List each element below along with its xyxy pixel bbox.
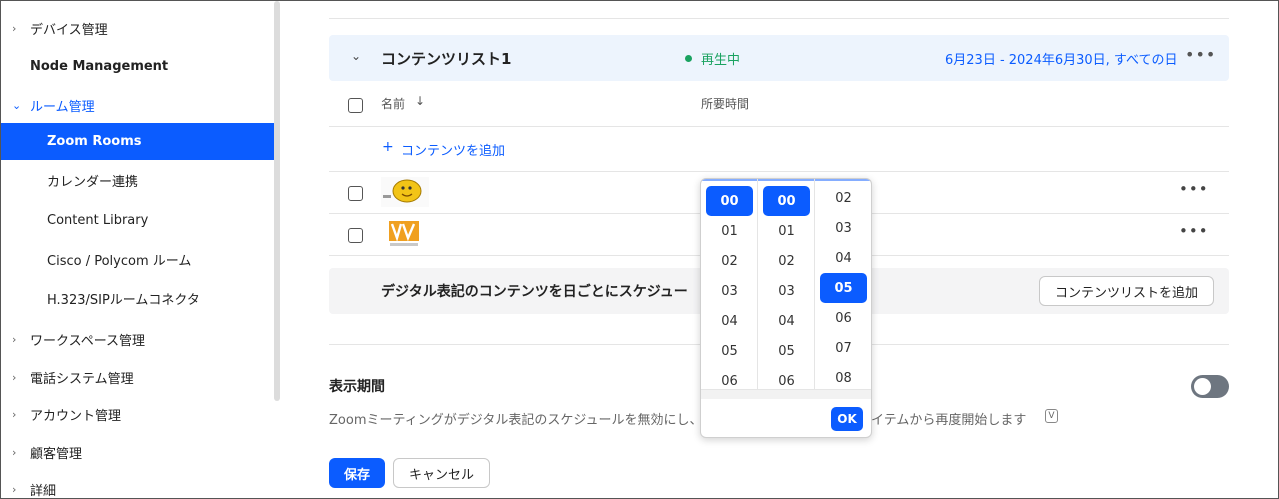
save-button[interactable]: 保存: [329, 458, 385, 488]
picker-horizontal-scrollbar[interactable]: [701, 389, 871, 399]
hour-option[interactable]: 05: [706, 336, 753, 366]
minute-option[interactable]: 00: [763, 186, 810, 216]
minute-option[interactable]: 06: [763, 366, 810, 389]
row-more-icon[interactable]: •••: [1179, 180, 1209, 198]
cancel-button[interactable]: キャンセル: [393, 458, 490, 488]
sidebar-item-device-management[interactable]: › デバイス管理: [1, 10, 274, 47]
hour-option[interactable]: 02: [706, 246, 753, 276]
minute-option[interactable]: 05: [763, 336, 810, 366]
sidebar-item-account-management[interactable]: › アカウント管理: [1, 396, 274, 433]
schedule-dates-link[interactable]: 6月23日 - 2024年6月30日, すべての日: [945, 49, 1178, 68]
select-all-checkbox[interactable]: [348, 98, 363, 113]
chevron-right-icon: ›: [12, 408, 17, 421]
toggle-knob: [1194, 378, 1211, 395]
second-option[interactable]: 02: [820, 183, 867, 213]
second-option[interactable]: 04: [820, 243, 867, 273]
row-checkbox[interactable]: [348, 228, 363, 243]
picker-ok-button[interactable]: OK: [831, 407, 863, 431]
more-options-icon[interactable]: •••: [1185, 45, 1216, 64]
row-more-icon[interactable]: •••: [1179, 222, 1209, 240]
sidebar-item-advanced[interactable]: › 詳細: [1, 471, 274, 499]
sort-down-icon[interactable]: ↓: [415, 94, 425, 108]
hour-option[interactable]: 01: [706, 216, 753, 246]
duration-time-picker: 00 01 02 03 04 05 06 00 01 02 03 04 05 0…: [700, 178, 872, 438]
sidebar-item-customer-management[interactable]: › 顧客管理: [1, 434, 274, 471]
sidebar: › デバイス管理 Node Management ⌄ ルーム管理 Zoom Ro…: [1, 1, 274, 499]
sidebar-scrollbar[interactable]: [274, 1, 280, 401]
schedule-text: デジタル表記のコンテンツを日ごとにスケジュー: [381, 284, 688, 300]
hours-column[interactable]: 00 01 02 03 04 05 06: [701, 179, 758, 389]
content-thumbnail-image: [381, 177, 429, 207]
sidebar-item-label: 顧客管理: [30, 447, 83, 462]
display-period-description: Zoomミーティングがデジタル表記のスケジュールを無効にし、: [329, 413, 703, 428]
hour-option[interactable]: 03: [706, 276, 753, 306]
previous-section-edge: [329, 1, 1229, 19]
second-option[interactable]: 05: [820, 273, 867, 303]
sidebar-item-label: Zoom Rooms: [47, 134, 142, 149]
column-name[interactable]: 名前: [381, 95, 405, 112]
sidebar-item-label: カレンダー連携: [47, 175, 139, 190]
sidebar-item-room-management[interactable]: ⌄ ルーム管理: [1, 87, 274, 124]
sidebar-item-phone-system[interactable]: › 電話システム管理: [1, 359, 274, 396]
second-option[interactable]: 06: [820, 303, 867, 333]
add-content-link[interactable]: コンテンツを追加: [401, 140, 505, 159]
sidebar-item-label: デバイス管理: [30, 23, 108, 38]
content-thumbnail-image: [389, 221, 419, 246]
content-list-title: コンテンツリスト1: [381, 50, 512, 68]
status-badge: 再生中: [701, 53, 741, 68]
sidebar-item-h323-sip[interactable]: H.323/SIPルームコネクタ: [1, 280, 274, 317]
hour-option[interactable]: 00: [706, 186, 753, 216]
display-period-title: 表示期間: [329, 379, 385, 395]
minute-option[interactable]: 04: [763, 306, 810, 336]
hour-option[interactable]: 06: [706, 366, 753, 389]
second-option[interactable]: 03: [820, 213, 867, 243]
sidebar-item-label: 電話システム管理: [30, 372, 134, 387]
chevron-right-icon: ›: [12, 371, 17, 384]
display-period-toggle[interactable]: [1191, 375, 1229, 398]
second-option[interactable]: 07: [820, 333, 867, 363]
main-content: ⌄ コンテンツリスト1 再生中 6月23日 - 2024年6月30日, すべての…: [281, 1, 1278, 498]
row-checkbox[interactable]: [348, 186, 363, 201]
minute-option[interactable]: 03: [763, 276, 810, 306]
sidebar-item-label: Node Management: [30, 59, 169, 74]
chevron-right-icon: ›: [12, 483, 17, 496]
chevron-right-icon: ›: [12, 333, 17, 346]
chevron-right-icon: ›: [12, 22, 17, 35]
add-content-list-button[interactable]: コンテンツリストを追加: [1039, 276, 1214, 306]
sidebar-item-zoom-rooms[interactable]: Zoom Rooms: [1, 123, 274, 160]
minute-option[interactable]: 01: [763, 216, 810, 246]
sidebar-item-content-library[interactable]: Content Library: [1, 202, 274, 239]
sidebar-item-label: 詳細: [30, 484, 57, 499]
sidebar-item-label: ルーム管理: [30, 100, 95, 115]
status-dot-icon: [685, 55, 692, 62]
sidebar-item-calendar-integration[interactable]: カレンダー連携: [1, 162, 274, 199]
chevron-down-icon: ⌄: [12, 99, 22, 112]
display-period-description-continued: イテムから再度開始します: [871, 413, 1027, 428]
sidebar-item-label: ワークスペース管理: [30, 334, 146, 349]
chevron-right-icon: ›: [12, 446, 17, 459]
sidebar-item-label: Content Library: [47, 213, 149, 228]
plus-icon: +: [382, 139, 394, 155]
content-list-header[interactable]: ⌄ コンテンツリスト1 再生中 6月23日 - 2024年6月30日, すべての…: [329, 35, 1229, 81]
table-header: 名前 ↓ 所要時間: [329, 81, 1229, 127]
second-option[interactable]: 08: [820, 363, 867, 389]
sidebar-item-node-management[interactable]: Node Management: [1, 48, 274, 85]
sidebar-item-label: アカウント管理: [30, 409, 122, 424]
seconds-column[interactable]: 02 03 04 05 06 07 08: [815, 179, 871, 389]
sidebar-item-label: Cisco / Polycom ルーム: [47, 254, 192, 269]
window: › デバイス管理 Node Management ⌄ ルーム管理 Zoom Ro…: [0, 0, 1279, 499]
column-duration: 所要時間: [701, 97, 750, 111]
sidebar-item-workspace-management[interactable]: › ワークスペース管理: [1, 321, 274, 358]
hour-option[interactable]: 04: [706, 306, 753, 336]
sidebar-item-cisco-polycom[interactable]: Cisco / Polycom ルーム: [1, 241, 274, 278]
info-v-icon[interactable]: V: [1045, 409, 1058, 423]
minute-option[interactable]: 02: [763, 246, 810, 276]
add-content-row[interactable]: + コンテンツを追加: [329, 127, 1229, 172]
sidebar-item-label: H.323/SIPルームコネクタ: [47, 293, 200, 308]
chevron-down-icon[interactable]: ⌄: [351, 49, 361, 63]
minutes-column[interactable]: 00 01 02 03 04 05 06: [758, 179, 815, 389]
